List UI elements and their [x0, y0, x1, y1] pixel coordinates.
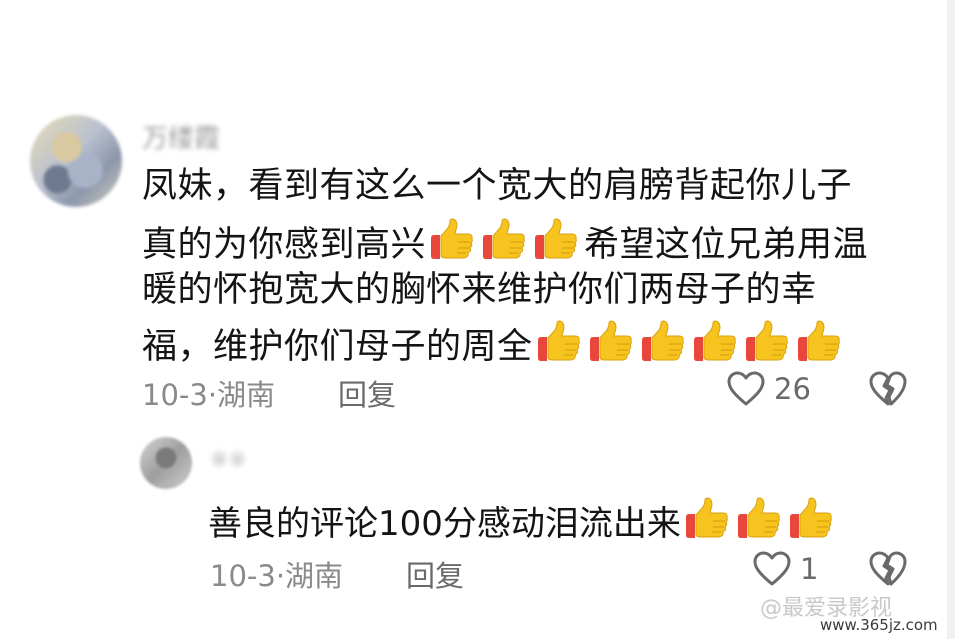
comment-text-line: 暖的怀抱宽大的胸怀来维护你们两母子的幸: [142, 270, 817, 310]
scroll-edge: [947, 0, 955, 639]
thumbs-up-emoji-group: [535, 320, 843, 364]
like-button[interactable]: 1: [752, 550, 818, 588]
thumbs-up-emoji: [589, 320, 632, 361]
like-button[interactable]: 26: [726, 370, 811, 408]
comment-meta: 10-3·湖南: [142, 378, 276, 412]
comment-location: 湖南: [285, 559, 344, 593]
comment-meta: 10-3·湖南: [210, 559, 344, 593]
thumbs-up-emoji-group: [683, 497, 835, 541]
thumbs-up-emoji: [797, 320, 840, 361]
thumbs-up-emoji: [789, 497, 832, 538]
thumbs-up-emoji: [745, 320, 788, 361]
broken-heart-icon: [869, 551, 907, 586]
comment-location: 湖南: [217, 378, 276, 412]
comment-text-line: 真的为你感到高兴 希望这位兄弟用温: [142, 218, 868, 265]
like-count: 1: [800, 552, 819, 586]
comment-text: 善良的评论100分感动泪流出来: [208, 497, 839, 544]
broken-heart-icon: [869, 371, 907, 406]
heart-outline-icon: [727, 371, 765, 406]
dislike-button[interactable]: [868, 550, 908, 592]
comment-date: 10-3: [210, 559, 276, 593]
avatar[interactable]: [30, 115, 122, 207]
thumbs-up-emoji: [737, 497, 780, 538]
username[interactable]: ※※: [210, 448, 247, 473]
thumbs-up-emoji: [685, 497, 728, 538]
thumbs-up-emoji: [483, 218, 525, 259]
thumbs-up-emoji: [431, 218, 473, 259]
reply-button[interactable]: 回复: [338, 372, 396, 414]
thumbs-up-emoji: [641, 320, 684, 361]
thumbs-up-emoji: [535, 218, 577, 259]
thumbs-up-emoji-group: [428, 218, 580, 262]
comment-thread: 万缕霞 凤妹，看到有这么一个宽大的肩膀背起你儿子 真的为你感到高兴 希望这位兄弟用…: [0, 0, 955, 639]
dislike-button[interactable]: [868, 370, 908, 412]
like-count: 26: [774, 372, 811, 406]
heart-outline-icon: [753, 551, 791, 586]
comment-text-line: 福，维护你们母子的周全: [142, 320, 847, 367]
watermark-url: www.365jz.com: [820, 616, 938, 634]
avatar[interactable]: [140, 437, 192, 489]
comment-date: 10-3: [142, 378, 208, 412]
thumbs-up-emoji: [537, 320, 580, 361]
thumbs-up-emoji: [693, 320, 736, 361]
comment-text-line: 凤妹，看到有这么一个宽大的肩膀背起你儿子: [142, 166, 853, 206]
reply-button[interactable]: 回复: [406, 553, 464, 595]
username[interactable]: 万缕霞: [142, 118, 220, 155]
